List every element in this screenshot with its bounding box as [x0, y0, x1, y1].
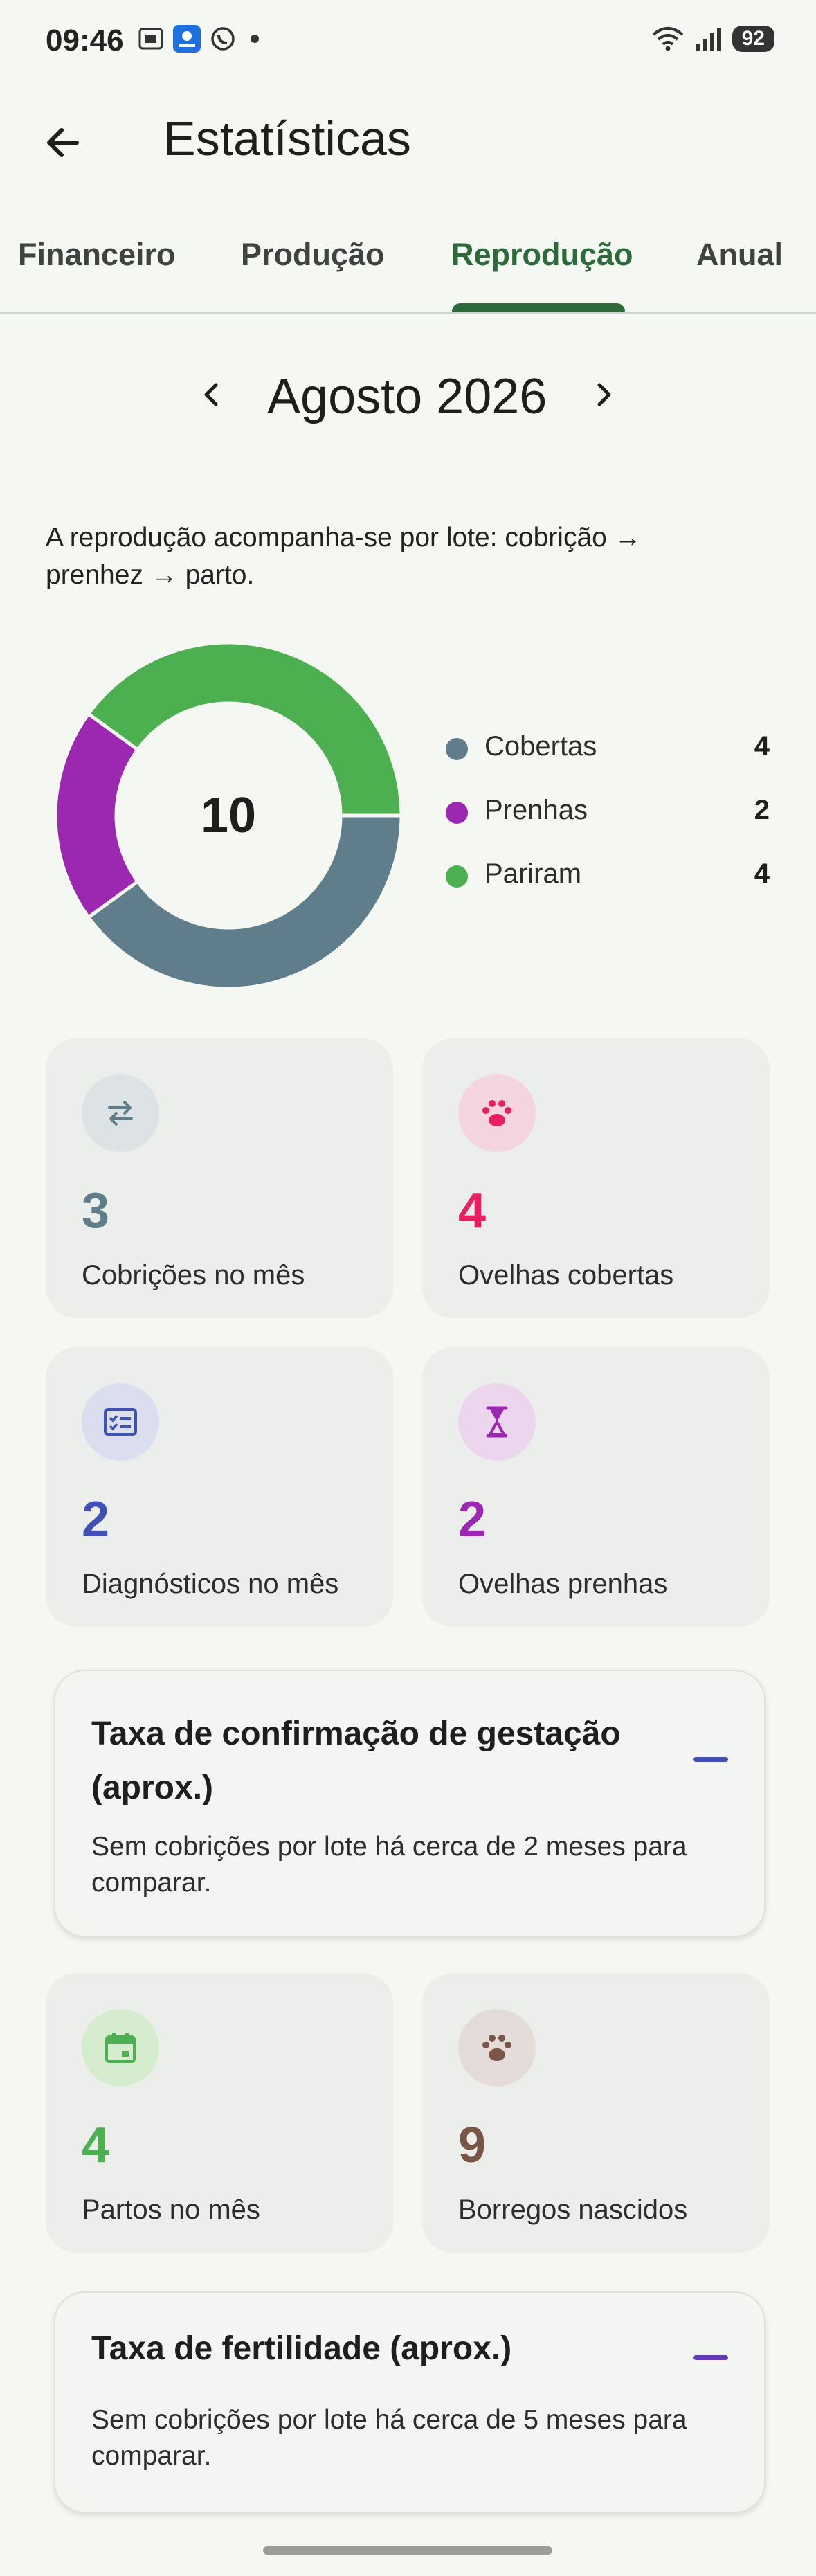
- card-value: 3: [82, 1183, 110, 1239]
- legend-value: 4: [754, 858, 770, 889]
- tab-reproducao[interactable]: Reprodução: [451, 237, 633, 273]
- tab-active-indicator: [452, 303, 625, 312]
- page-title: Estatísticas: [163, 111, 411, 165]
- card-label: Ovelhas prenhas: [458, 1569, 668, 1599]
- legend-dot: [446, 738, 468, 760]
- rate-indicator-dash: [693, 2355, 728, 2360]
- calendar-icon: [82, 2009, 159, 2087]
- card-value: 2: [458, 1492, 487, 1547]
- card-partos[interactable]: 4 Partos no mês: [46, 1973, 393, 2253]
- paw-icon: [458, 2009, 536, 2087]
- card-ovelhas-prenhas[interactable]: 2 Ovelhas prenhas: [422, 1347, 770, 1627]
- battery-icon: 92: [732, 26, 774, 52]
- card-value: 4: [82, 2118, 110, 2173]
- month-selector: Agosto 2026: [0, 360, 816, 429]
- card-value: 2: [82, 1492, 110, 1547]
- legend-label: Prenhas: [484, 795, 588, 825]
- legend-label: Pariram: [484, 858, 582, 889]
- chevron-left-icon: [204, 383, 218, 406]
- rate-subtitle: Sem cobrições por lote há cerca de 2 mes…: [91, 1832, 687, 1898]
- card-ovelhas-cobertas[interactable]: 4 Ovelhas cobertas: [422, 1038, 770, 1318]
- donut-slice-prenhas: [53, 711, 140, 920]
- next-month-button[interactable]: [583, 374, 624, 415]
- screenshot-icon: [138, 28, 163, 50]
- status-time: 09:46: [46, 24, 124, 57]
- signal-icon: [696, 28, 721, 51]
- arrow-back-icon: [47, 128, 79, 157]
- fertility-rate-card[interactable]: Taxa de fertilidade (aprox.) Sem cobriçõ…: [54, 2291, 765, 2513]
- card-value: 9: [458, 2118, 487, 2173]
- status-left-icons: [137, 25, 259, 53]
- whatsapp-icon: [211, 27, 235, 51]
- donut-center-total: 10: [201, 788, 256, 843]
- back-button[interactable]: [38, 118, 88, 168]
- status-bar: 09:46 92: [0, 0, 816, 83]
- legend-dot: [446, 802, 468, 824]
- tab-bar: Financeiro Produção Reprodução Anual: [0, 228, 816, 314]
- card-label: Ovelhas cobertas: [458, 1260, 674, 1290]
- legend-label: Cobertas: [484, 731, 597, 762]
- legend-item-cobertas: Cobertas 4: [443, 726, 775, 789]
- rate-title: Taxa de fertilidade (aprox.): [91, 2330, 512, 2367]
- notification-dot: [251, 35, 259, 43]
- card-borregos[interactable]: 9 Borregos nascidos: [422, 1973, 770, 2253]
- status-right-icons: 92: [651, 25, 774, 53]
- swap-icon: [82, 1074, 159, 1152]
- chevron-right-icon: [597, 383, 611, 406]
- reproduction-donut-chart: 10: [53, 640, 404, 991]
- tab-producao[interactable]: Produção: [241, 237, 385, 273]
- card-diagnosticos[interactable]: 2 Diagnósticos no mês: [46, 1347, 393, 1627]
- intro-text: A reprodução acompanha-se por lote: cobr…: [46, 523, 642, 590]
- legend-value: 2: [754, 795, 770, 825]
- home-indicator[interactable]: [263, 2546, 552, 2555]
- legend-dot: [446, 865, 468, 888]
- legend-item-prenhas: Prenhas 2: [443, 789, 775, 853]
- card-cobricoes[interactable]: 3 Cobrições no mês: [46, 1038, 393, 1318]
- legend-item-pariram: Pariram 4: [443, 853, 775, 917]
- rate-title: Taxa de confirmação de gestação (aprox.): [91, 1715, 621, 1806]
- rate-indicator-dash: [693, 1757, 728, 1762]
- card-label: Borregos nascidos: [458, 2195, 688, 2225]
- card-label: Diagnósticos no mês: [82, 1569, 339, 1599]
- checklist-icon: [82, 1383, 159, 1461]
- tab-anual[interactable]: Anual: [696, 237, 783, 273]
- app-bar: Estatísticas: [0, 97, 816, 187]
- legend-value: 4: [754, 731, 770, 762]
- card-label: Cobrições no mês: [82, 1260, 305, 1290]
- paw-icon: [458, 1074, 536, 1152]
- wifi-icon: [652, 27, 683, 51]
- month-label: Agosto 2026: [267, 369, 547, 424]
- rate-subtitle: Sem cobrições por lote há cerca de 5 mes…: [91, 2405, 687, 2471]
- chart-legend: Cobertas 4 Prenhas 2 Pariram 4: [443, 726, 775, 917]
- pregnancy-confirmation-rate-card[interactable]: Taxa de confirmação de gestação (aprox.)…: [54, 1670, 765, 1937]
- card-value: 4: [458, 1183, 487, 1239]
- card-label: Partos no mês: [82, 2195, 260, 2225]
- tab-financeiro[interactable]: Financeiro: [18, 237, 176, 273]
- hourglass-icon: [458, 1383, 536, 1461]
- previous-month-button[interactable]: [191, 374, 233, 415]
- app-icon: [173, 25, 201, 53]
